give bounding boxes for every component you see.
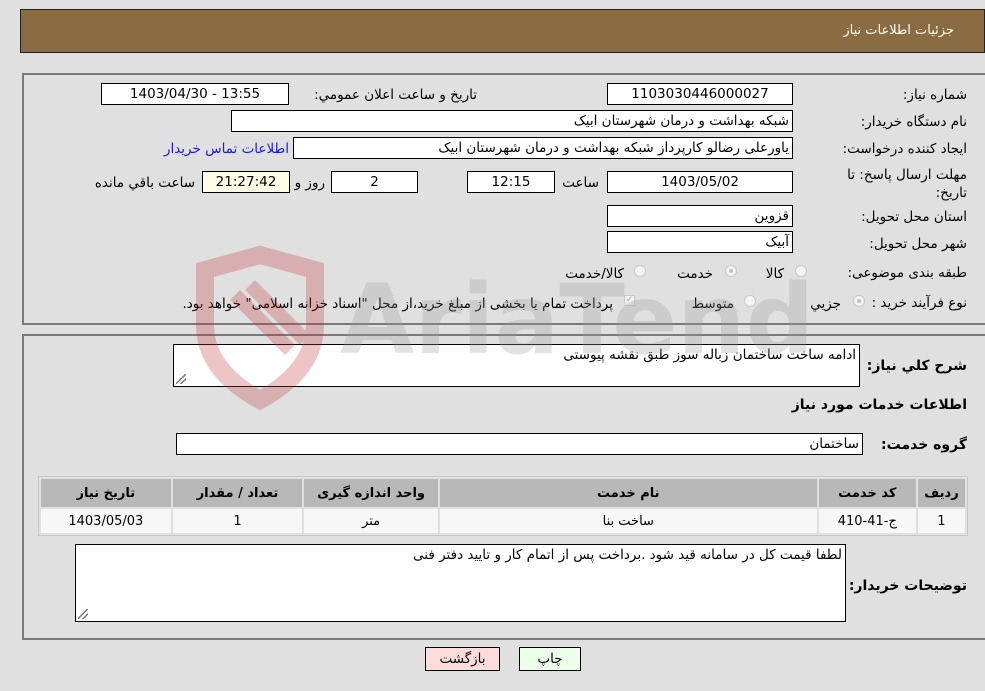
remaining-time-label: ساعت باقي مانده <box>94 175 195 191</box>
process-medium-radio[interactable] <box>744 295 756 307</box>
need-number-field[interactable]: 1103030446000027 <box>607 83 793 105</box>
page-title: جزئیات اطلاعات نیاز <box>843 23 954 38</box>
process-type-label: نوع فرآیند خرید : <box>871 295 967 311</box>
resize-grip-icon[interactable] <box>176 374 186 384</box>
buyer-notes-text: لطفا قیمت کل در سامانه قید شود .برداخت پ… <box>413 547 842 563</box>
cell-service-code: ج-41-410 <box>818 509 916 533</box>
deadline-time-label: ساعت <box>562 175 599 191</box>
buyer-notes-textarea[interactable]: لطفا قیمت کل در سامانه قید شود .برداخت پ… <box>75 544 846 622</box>
deadline-label: مهلت ارسال پاسخ: تا تاریخ: <box>847 167 967 201</box>
delivery-province-field[interactable]: قزوین <box>607 205 793 227</box>
category-service-label: خدمت <box>677 266 713 282</box>
cell-service-name: ساخت بنا <box>439 509 817 533</box>
deadline-date-field[interactable]: 1403/05/02 <box>607 171 793 193</box>
service-group-field[interactable]: ساختمان <box>176 433 863 455</box>
description-label: شرح کلي نياز: <box>866 358 967 374</box>
remaining-time-field[interactable]: 21:27:42 <box>202 171 290 193</box>
process-minor-label: جزيي <box>810 296 841 312</box>
delivery-city-field[interactable]: آبیک <box>607 231 793 253</box>
table-header-row: رديف کد خدمت نام خدمت واحد اندازه گیری ت… <box>41 479 965 507</box>
requester-label: ایجاد کننده درخواست: <box>842 141 967 157</box>
cell-row-number: 1 <box>917 509 965 533</box>
col-need-date: تاریخ نیاز <box>41 479 171 507</box>
resize-grip-icon[interactable] <box>78 609 88 619</box>
deadline-time-field[interactable]: 12:15 <box>467 171 555 193</box>
back-button[interactable]: بازگشت <box>425 647 500 671</box>
category-goods-service-radio[interactable] <box>634 265 646 277</box>
cell-unit: متر <box>304 509 438 533</box>
col-row-number: رديف <box>917 479 965 507</box>
cell-quantity: 1 <box>172 509 303 533</box>
category-goods-label: کالا <box>765 266 784 282</box>
buyer-org-field[interactable]: شبکه بهداشت و درمان شهرستان ابیک <box>231 110 793 132</box>
days-label: روز و <box>294 175 325 191</box>
remaining-days-field[interactable]: 2 <box>331 171 418 193</box>
buyer-org-label: نام دستگاه خریدار: <box>860 114 967 130</box>
announce-datetime-field[interactable]: 1403/04/30 - 13:55 <box>101 83 289 105</box>
print-button[interactable]: چاپ <box>519 647 581 671</box>
category-service-radio[interactable] <box>725 265 737 277</box>
treasury-payment-note: پرداخت تمام یا بخشی از مبلغ خرید،از محل … <box>182 296 613 312</box>
table-row: 1 ج-41-410 ساخت بنا متر 1 1403/05/03 <box>41 509 965 533</box>
services-table: رديف کد خدمت نام خدمت واحد اندازه گیری ت… <box>38 476 968 536</box>
description-text: ادامه ساخت ساختمان زباله سوز طبق نقشه پی… <box>563 347 856 363</box>
cell-need-date: 1403/05/03 <box>41 509 171 533</box>
process-minor-radio[interactable] <box>853 295 865 307</box>
delivery-province-label: استان محل تحویل: <box>861 209 967 225</box>
service-group-label: گروه خدمت: <box>881 437 967 453</box>
col-service-code: کد خدمت <box>818 479 916 507</box>
description-textarea[interactable]: ادامه ساخت ساختمان زباله سوز طبق نقشه پی… <box>173 344 860 387</box>
category-goods-service-label: کالا/خدمت <box>565 266 624 282</box>
services-section-title: اطلاعات خدمات مورد نياز <box>791 397 967 413</box>
page-header: جزئیات اطلاعات نیاز <box>20 9 985 53</box>
col-service-name: نام خدمت <box>439 479 817 507</box>
requester-field[interactable]: یاورعلی رضالو کارپرداز شبکه بهداشت و درم… <box>293 137 793 159</box>
treasury-payment-checkbox[interactable]: ✓ <box>624 295 635 306</box>
col-unit: واحد اندازه گیری <box>304 479 438 507</box>
category-label: طبقه بندی موضوعی: <box>847 265 967 281</box>
buyer-contact-link[interactable]: اطلاعات تماس خریدار <box>164 141 289 157</box>
process-medium-label: متوسط <box>691 296 734 312</box>
delivery-city-label: شهر محل تحویل: <box>869 236 967 252</box>
col-quantity: تعداد / مقدار <box>172 479 303 507</box>
announce-datetime-label: تاریخ و ساعت اعلان عمومي: <box>314 87 477 103</box>
need-number-label: شماره نیاز: <box>902 87 967 103</box>
buyer-notes-label: توضیحات خریدار: <box>848 578 967 594</box>
category-goods-radio[interactable] <box>795 265 807 277</box>
